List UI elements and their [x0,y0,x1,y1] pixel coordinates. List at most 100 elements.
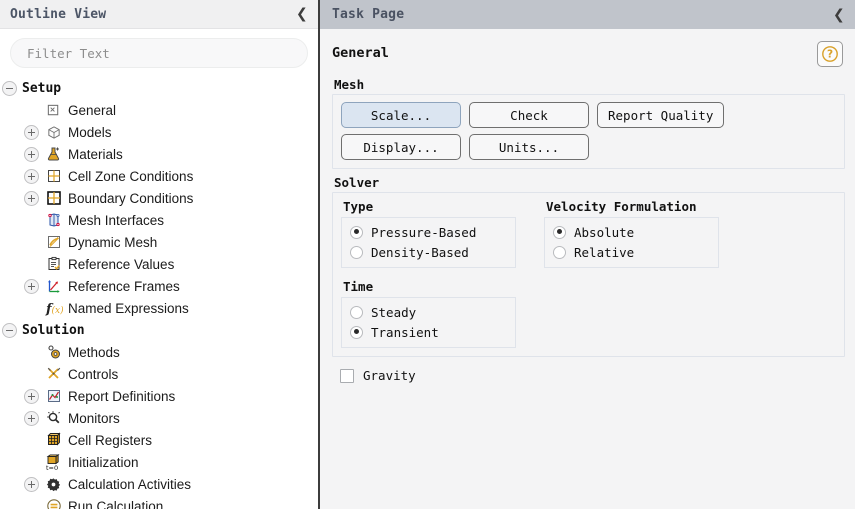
task-page-panel: Task Page ❮ General ? Mesh Scale... Chec… [320,0,855,509]
cell-registers-icon [44,432,63,449]
expand-plus-icon[interactable] [24,476,39,492]
tree-item-materials[interactable]: Materials [0,143,318,165]
radio-indicator [553,245,566,259]
tree-item-solution[interactable]: Solution [0,319,318,341]
mesh-section-label: Mesh [334,77,365,92]
tree-item-setup[interactable]: Setup [0,77,318,99]
mesh-interfaces-icon [44,212,63,229]
boundary-icon [44,190,63,207]
tree-item-mesh-interfaces[interactable]: Mesh Interfaces [0,209,318,231]
tree-item-report-definitions[interactable]: Report Definitions [0,385,318,407]
tree-item-boundary-conditions[interactable]: Boundary Conditions [0,187,318,209]
tree-item-dynamic-mesh[interactable]: Dynamic Mesh [0,231,318,253]
report-quality-button[interactable]: Report Quality [597,102,725,128]
tree-item-label: Monitors [68,410,120,426]
monitors-icon [44,410,63,427]
radio-transient[interactable]: Transient [350,322,505,342]
collapse-minus-icon[interactable] [2,80,17,96]
expand-plus-icon[interactable] [24,278,39,294]
radio-indicator [350,225,363,239]
tree-item-methods[interactable]: Methods [0,341,318,363]
general-icon [44,102,63,119]
time-radio-group: Steady Transient [341,297,516,348]
collapse-minus-icon[interactable] [2,322,17,338]
tree-item-general[interactable]: General [0,99,318,121]
mesh-button-row-1: Scale... Check Report Quality [341,102,836,128]
solver-type-column: Type Pressure-Based Density-Based [341,199,516,268]
chevron-left-icon[interactable]: ❮ [295,5,309,23]
tree-item-label: Cell Registers [68,432,153,448]
radio-indicator [350,305,363,319]
tree-item-reference-values[interactable]: Reference Values [0,253,318,275]
tree-item-label: Dynamic Mesh [68,234,158,250]
display-button[interactable]: Display... [341,134,461,160]
radio-label: Density-Based [371,244,469,260]
tree-item-controls[interactable]: Controls [0,363,318,385]
gravity-checkbox[interactable] [340,368,354,383]
expand-plus-icon[interactable] [24,190,39,206]
tree-item-initialization[interactable]: t=0 Initialization [0,451,318,473]
outline-tree[interactable]: Setup General Models Materials Cell Zone Con… [0,76,318,509]
task-page-title: Task Page [332,7,405,22]
radio-label: Absolute [574,224,635,240]
tree-item-label: Boundary Conditions [68,190,194,206]
radio-absolute[interactable]: Absolute [553,222,708,242]
tree-item-cell-registers[interactable]: Cell Registers [0,429,318,451]
time-column: Time Steady Transient [341,279,516,348]
tree-item-monitors[interactable]: Monitors [0,407,318,429]
tree-item-run-calculation[interactable]: Run Calculation [0,495,318,509]
named-expressions-icon: f (x) [44,300,63,317]
radio-label: Steady [371,304,417,320]
radio-relative[interactable]: Relative [553,242,708,262]
radio-steady[interactable]: Steady [350,302,505,322]
tree-item-cell-zone-conditions[interactable]: Cell Zone Conditions [0,165,318,187]
filter-text-input[interactable] [10,38,308,68]
task-page-header: Task Page ❮ [320,0,855,29]
run-calculation-icon [44,498,63,509]
solver-groupbox: Type Pressure-Based Density-Based Veloci… [332,192,845,357]
expand-plus-icon[interactable] [24,168,39,184]
tree-item-label: Solution [22,322,85,338]
outline-view-panel: Outline View ❮ Setup General Models Materia… [0,0,320,509]
materials-icon [44,146,63,163]
svg-text:(x): (x) [51,305,63,316]
expand-plus-icon[interactable] [24,146,39,162]
expand-plus-icon[interactable] [24,124,39,140]
expand-plus-icon[interactable] [24,388,39,404]
tree-item-label: Materials [68,146,123,162]
radio-indicator [350,325,363,339]
type-radio-group: Pressure-Based Density-Based [341,217,516,268]
tree-item-models[interactable]: Models [0,121,318,143]
tree-item-label: Reference Frames [68,278,180,294]
radio-pressure-based[interactable]: Pressure-Based [350,222,505,242]
solver-columns: Type Pressure-Based Density-Based Veloci… [341,199,836,268]
tree-item-label: Report Definitions [68,388,176,404]
units-button[interactable]: Units... [469,134,589,160]
radio-density-based[interactable]: Density-Based [350,242,505,262]
chevron-left-icon[interactable]: ❮ [832,6,846,24]
reference-values-icon [44,256,63,273]
tree-item-reference-frames[interactable]: Reference Frames [0,275,318,297]
tree-item-label: Methods [68,344,120,360]
tree-item-label: Setup [22,80,62,96]
scale-button[interactable]: Scale... [341,102,461,128]
expand-plus-icon[interactable] [24,410,39,426]
tree-item-calculation-activities[interactable]: Calculation Activities [0,473,318,495]
gravity-checkbox-row[interactable]: Gravity [340,368,845,383]
velocity-formulation-label: Velocity Formulation [546,199,697,214]
methods-icon [44,344,63,361]
controls-icon [44,366,63,383]
reference-frames-icon [44,278,63,295]
svg-text:?: ? [827,49,833,61]
check-button[interactable]: Check [469,102,589,128]
help-button[interactable]: ? [817,41,843,67]
outline-view-title: Outline View [10,6,107,22]
tree-item-named-expressions[interactable]: f (x) Named Expressions [0,297,318,319]
velocity-formulation-radio-group: Absolute Relative [544,217,719,268]
mesh-groupbox: Scale... Check Report Quality Display...… [332,94,845,169]
